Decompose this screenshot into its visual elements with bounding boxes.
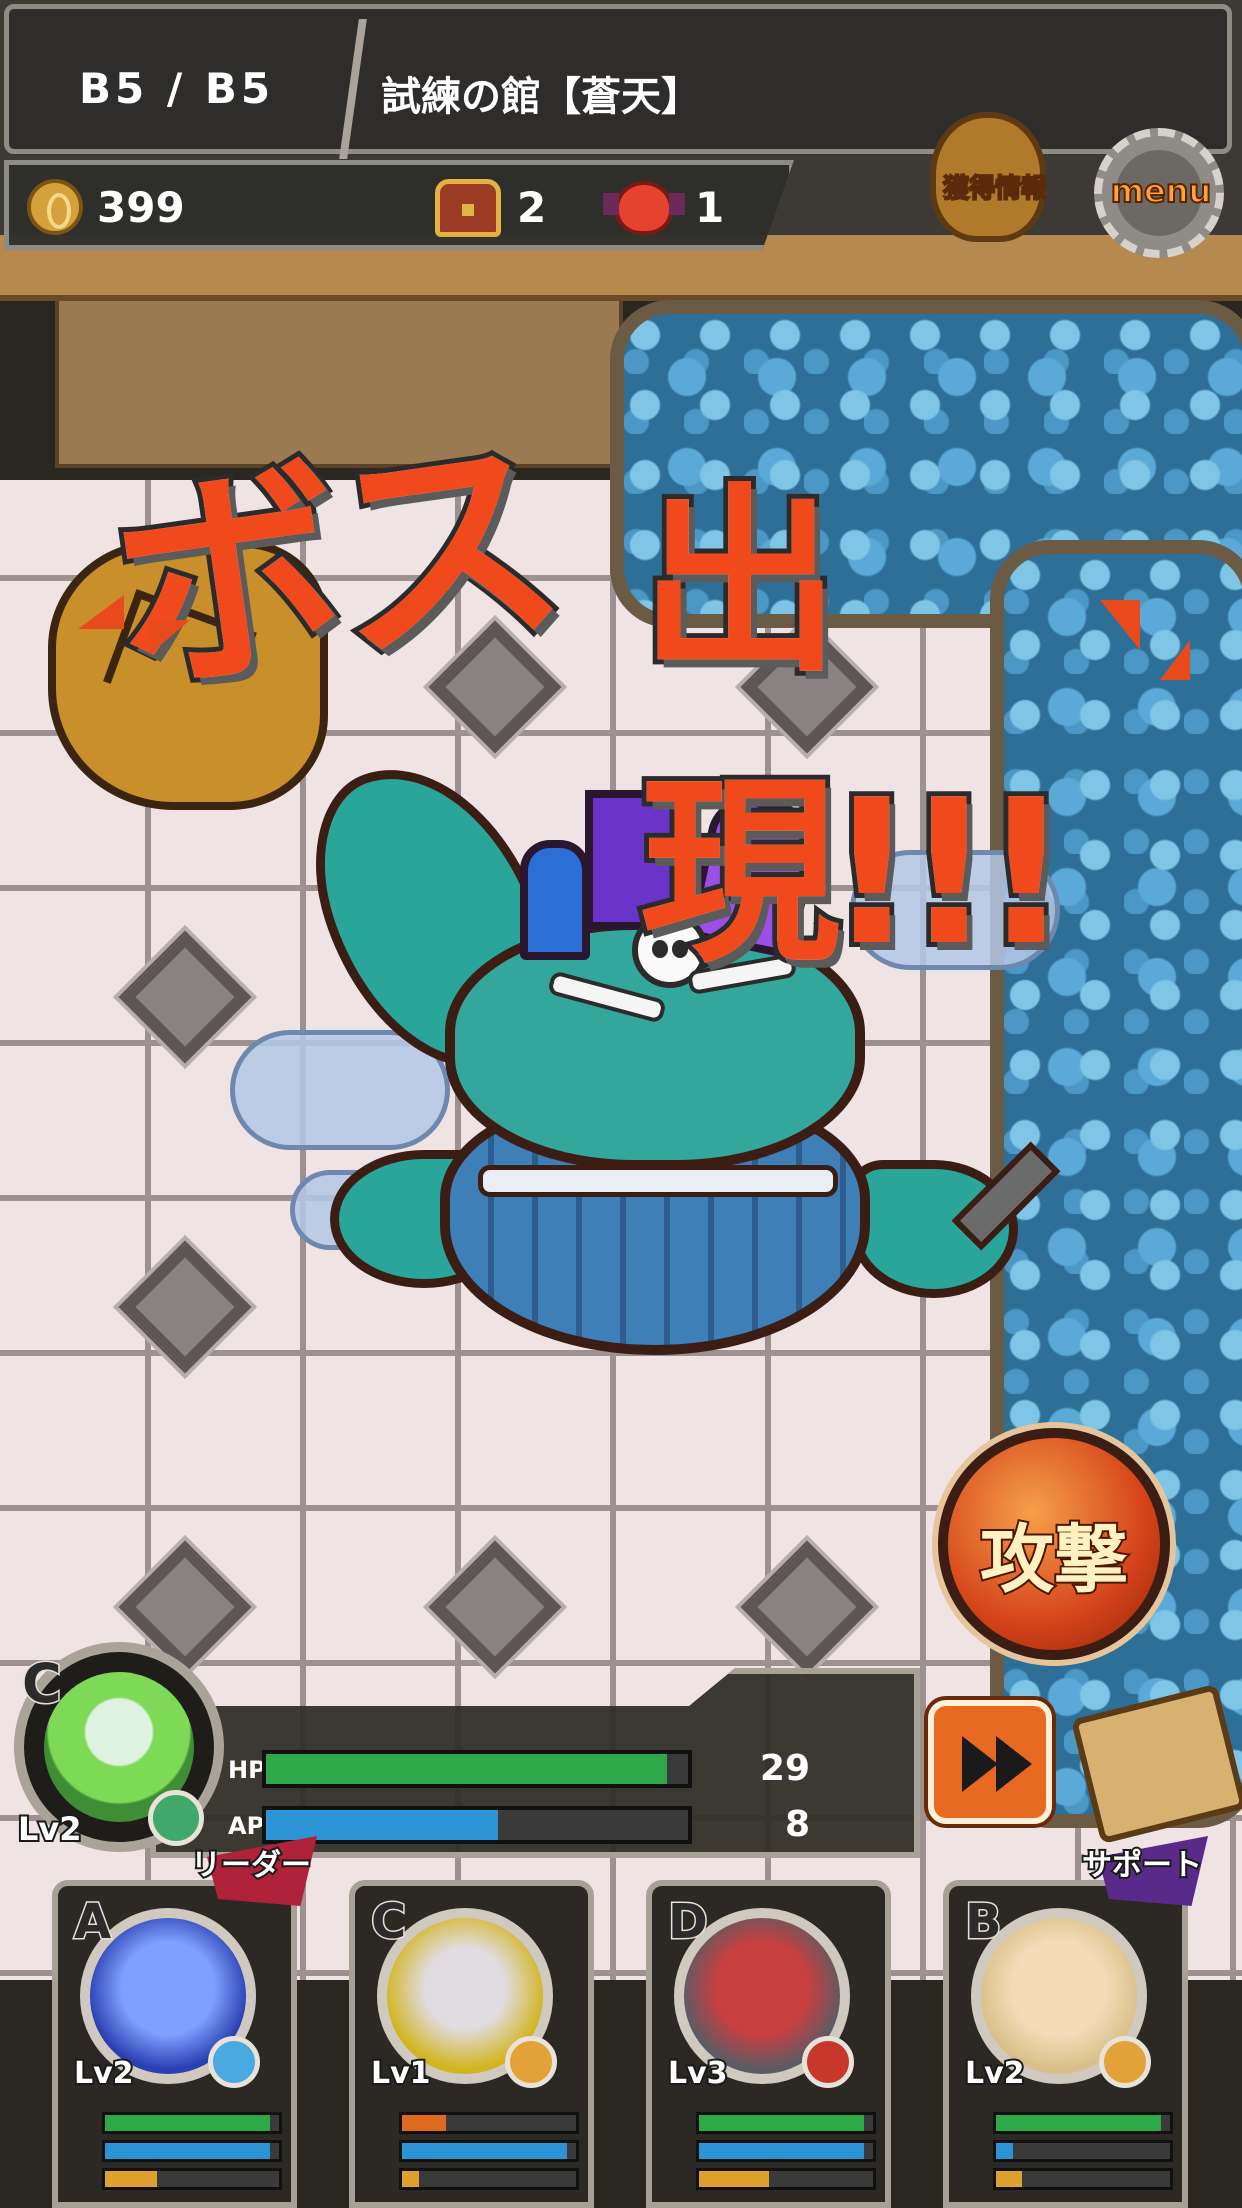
hp-fill <box>996 2115 1162 2131</box>
ap-fill <box>996 2143 1014 2159</box>
member-xp-bar <box>399 2168 579 2190</box>
xp-fill <box>105 2171 158 2187</box>
member-hp-bar <box>696 2112 876 2134</box>
member-xp-bar <box>696 2168 876 2190</box>
ap-fill <box>402 2143 568 2159</box>
ap-fill <box>266 1810 499 1840</box>
coin-icon <box>27 179 83 235</box>
banner-shard <box>78 595 124 629</box>
hp-fill <box>699 2115 865 2131</box>
member-rank: D <box>667 1893 710 1952</box>
member-hp-bar <box>399 2112 579 2134</box>
xp-fill <box>699 2171 769 2187</box>
element-orb-icon <box>208 2036 260 2088</box>
fast-forward-button[interactable] <box>928 1700 1052 1824</box>
party-card[interactable]: D Lv3 <box>646 1880 891 2208</box>
top-header: B5 / B5 試練の館【蒼天】 <box>4 4 1234 159</box>
hp-label: HP <box>228 1756 266 1784</box>
hp-value: 29 <box>759 1748 810 1789</box>
element-orb-icon <box>802 2036 854 2088</box>
hp-fill <box>105 2115 271 2131</box>
party-card[interactable]: B Lv2 サポート <box>943 1836 1208 2208</box>
ap-fill <box>105 2143 271 2159</box>
member-ap-bar <box>102 2140 282 2162</box>
resource-bar: 399 2 1 <box>4 160 794 250</box>
xp-fill <box>996 2171 1023 2187</box>
floor-indicator: B5 / B5 <box>79 64 275 113</box>
member-xp-bar <box>993 2168 1173 2190</box>
party-card[interactable]: A Lv2 リーダー <box>52 1836 317 2208</box>
chest-count: 2 <box>517 183 547 232</box>
member-badge: サポート <box>1080 1846 1204 1885</box>
party-card[interactable]: C Lv1 <box>349 1880 594 2208</box>
hp-fill <box>402 2115 446 2131</box>
ap-value: 8 <box>784 1804 810 1845</box>
element-orb-icon <box>505 2036 557 2088</box>
member-rank: A <box>72 1893 112 1952</box>
enemy-count: 1 <box>695 183 725 232</box>
hp-fill <box>266 1754 667 1784</box>
banner-shard <box>150 620 190 654</box>
element-orb-icon <box>148 1790 204 1846</box>
member-level: Lv2 <box>963 2054 1027 2093</box>
imp-enemy-icon <box>603 181 685 235</box>
member-level: Lv1 <box>369 2054 433 2093</box>
boss-mouth <box>478 1165 838 1197</box>
treasure-chest-icon <box>435 179 501 237</box>
member-level: Lv2 <box>72 2054 136 2093</box>
banner-shard <box>1100 600 1140 650</box>
banner-text-appear: 出現!!! <box>635 462 1077 995</box>
xp-fill <box>402 2171 420 2187</box>
fast-forward-icon <box>996 1736 1032 1792</box>
loot-info-label: 獲得情報 <box>942 173 1048 205</box>
game-screen: ボス 出現!!! B5 / B5 試練の館【蒼天】 399 2 1 獲得情報 m… <box>0 0 1242 2208</box>
member-ap-bar <box>696 2140 876 2162</box>
member-hp-bar <box>102 2112 282 2134</box>
dungeon-name: 試練の館【蒼天】 <box>381 74 701 120</box>
leader-hp-bar <box>262 1750 692 1788</box>
leader-level: Lv2 <box>16 1808 83 1850</box>
fast-forward-icon <box>962 1736 998 1792</box>
banner-shard <box>1160 640 1190 680</box>
ap-fill <box>699 2143 865 2159</box>
member-rank: C <box>369 1893 407 1952</box>
member-rank: B <box>964 1893 1004 1952</box>
menu-label: menu <box>1110 171 1213 211</box>
element-orb-icon <box>1099 2036 1151 2088</box>
attack-label: 攻撃 <box>978 1515 1130 1605</box>
member-ap-bar <box>993 2140 1173 2162</box>
member-badge: リーダー <box>189 1846 313 1885</box>
member-hp-bar <box>993 2112 1173 2134</box>
member-xp-bar <box>102 2168 282 2190</box>
floor-title-bar: B5 / B5 試練の館【蒼天】 <box>4 4 1232 159</box>
divider <box>339 19 367 159</box>
leader-rank: C <box>21 1651 64 1717</box>
coin-count: 399 <box>97 183 185 232</box>
banner-text-boss: ボス <box>91 399 574 735</box>
leader-ap-bar <box>262 1806 692 1844</box>
tombstone-blue <box>520 840 590 960</box>
ap-label: AP <box>228 1812 265 1840</box>
member-ap-bar <box>399 2140 579 2162</box>
member-level: Lv3 <box>666 2054 730 2093</box>
